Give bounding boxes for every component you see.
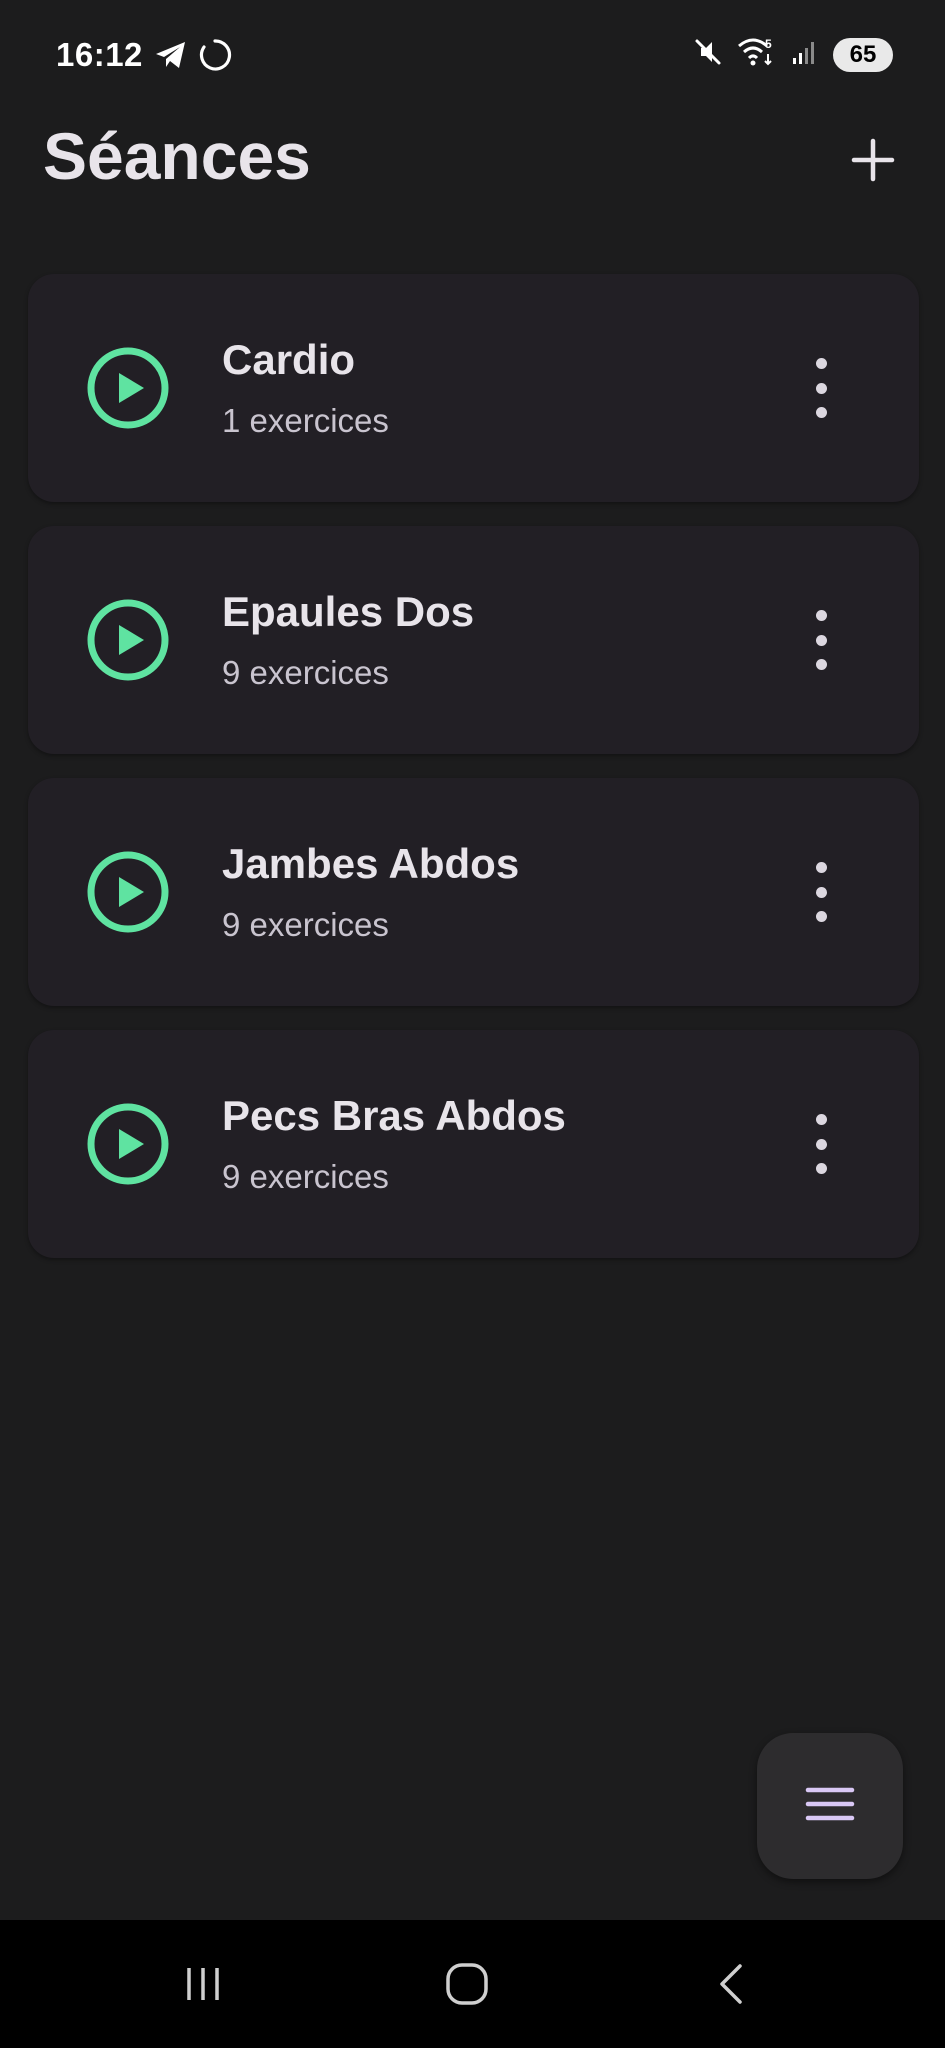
add-session-button[interactable] bbox=[843, 132, 903, 192]
session-list: Cardio 1 exercices Epaules Dos 9 exercic… bbox=[28, 274, 919, 1282]
session-name: Pecs Bras Abdos bbox=[222, 1092, 566, 1139]
status-bar: 16:12 5 65 bbox=[0, 0, 945, 110]
more-options-icon[interactable] bbox=[811, 358, 831, 418]
session-card[interactable]: Pecs Bras Abdos 9 exercices bbox=[28, 1030, 919, 1258]
plus-icon bbox=[851, 138, 895, 187]
more-options-icon[interactable] bbox=[811, 1114, 831, 1174]
home-icon bbox=[443, 1960, 491, 2013]
session-card[interactable]: Cardio 1 exercices bbox=[28, 274, 919, 502]
loading-icon bbox=[198, 38, 232, 77]
wifi-icon: 5 bbox=[737, 36, 777, 73]
session-card[interactable]: Jambes Abdos 9 exercices bbox=[28, 778, 919, 1006]
play-icon[interactable] bbox=[86, 346, 170, 430]
home-button[interactable] bbox=[427, 1946, 507, 2026]
menu-fab-button[interactable] bbox=[757, 1733, 903, 1879]
play-icon[interactable] bbox=[86, 850, 170, 934]
menu-icon bbox=[805, 1784, 855, 1829]
battery-indicator: 65 bbox=[833, 37, 893, 72]
session-name: Epaules Dos bbox=[222, 588, 475, 635]
session-exercise-count: 1 exercices bbox=[222, 402, 389, 439]
mute-icon bbox=[693, 37, 723, 72]
system-nav-bar bbox=[0, 1920, 945, 2048]
session-exercise-count: 9 exercices bbox=[222, 1158, 389, 1195]
back-button[interactable] bbox=[692, 1946, 772, 2026]
play-icon[interactable] bbox=[86, 598, 170, 682]
more-options-icon[interactable] bbox=[811, 862, 831, 922]
status-left-icons bbox=[154, 38, 232, 77]
signal-icon bbox=[791, 38, 819, 71]
session-name: Cardio bbox=[222, 336, 356, 383]
svg-text:5: 5 bbox=[765, 37, 772, 51]
back-icon bbox=[712, 1960, 752, 2013]
status-time: 16:12 bbox=[56, 36, 143, 73]
recents-button[interactable] bbox=[163, 1946, 243, 2026]
recents-icon bbox=[181, 1962, 225, 2011]
session-exercise-count: 9 exercices bbox=[222, 654, 389, 691]
telegram-icon bbox=[154, 40, 188, 75]
page-title: Séances bbox=[43, 119, 311, 193]
status-right-icons: 5 65 bbox=[693, 36, 893, 73]
session-exercise-count: 9 exercices bbox=[222, 906, 389, 943]
more-options-icon[interactable] bbox=[811, 610, 831, 670]
session-name: Jambes Abdos bbox=[222, 840, 520, 887]
session-card[interactable]: Epaules Dos 9 exercices bbox=[28, 526, 919, 754]
play-icon[interactable] bbox=[86, 1102, 170, 1186]
